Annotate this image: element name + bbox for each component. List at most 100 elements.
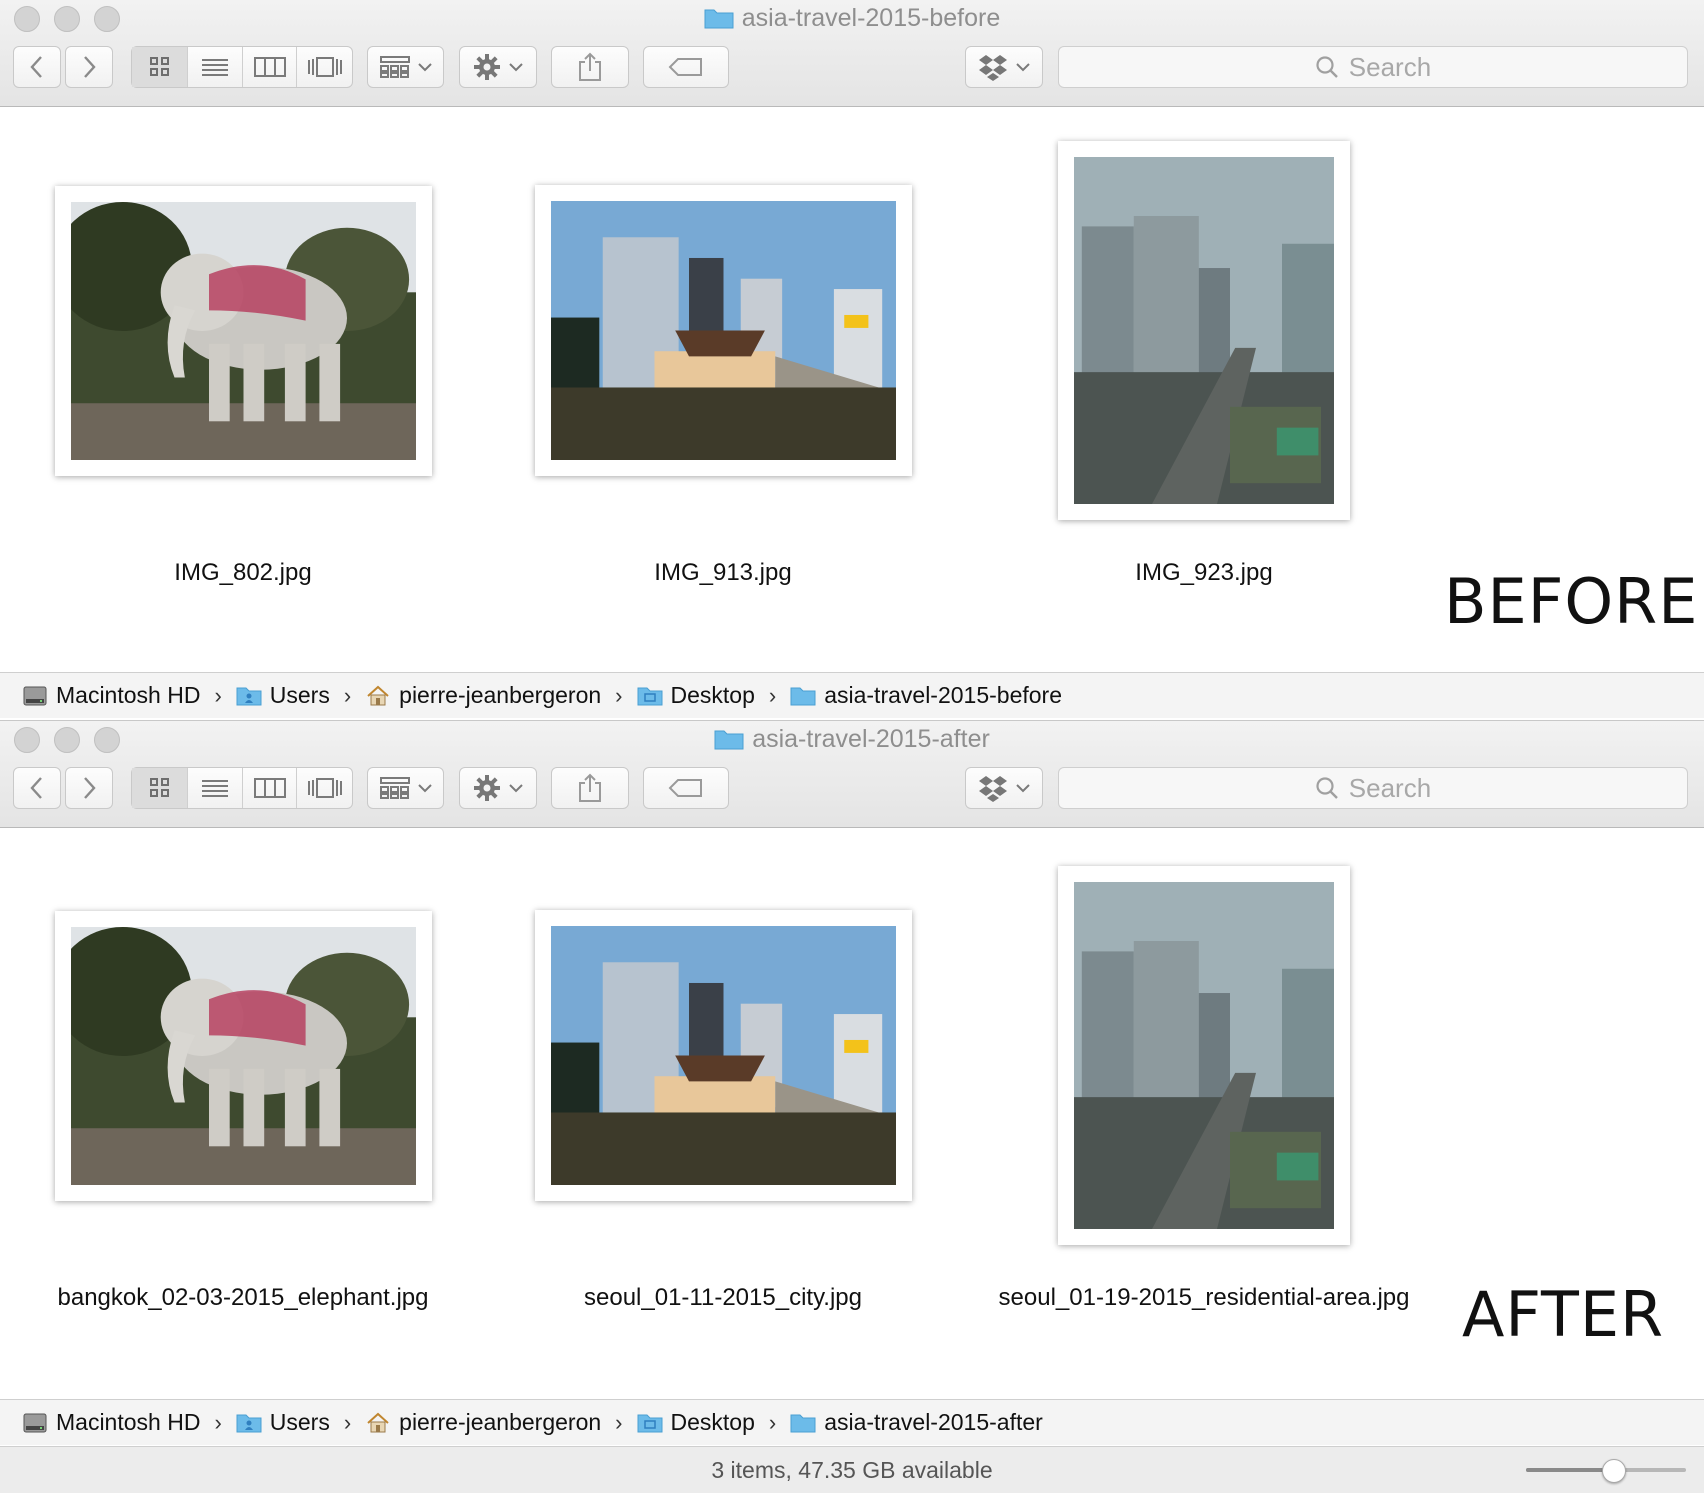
path-item[interactable]: Macintosh HD bbox=[22, 1409, 200, 1436]
back-button[interactable] bbox=[13, 767, 61, 809]
gear-icon bbox=[474, 54, 500, 80]
hard-drive-icon bbox=[23, 686, 47, 705]
file-thumbnail[interactable] bbox=[1058, 141, 1350, 520]
arrange-grid-icon bbox=[379, 777, 410, 799]
dropbox-button[interactable] bbox=[965, 767, 1043, 809]
file-icon-grid: IMG_802.jpg IMG_913.jpg IMG_923.jpg BEFO… bbox=[0, 107, 1704, 671]
view-mode-control bbox=[131, 46, 353, 88]
dropbox-icon bbox=[979, 55, 1007, 81]
residential-area-photo bbox=[1074, 157, 1334, 504]
window-title-text: asia-travel-2015-before bbox=[741, 4, 1001, 32]
file-thumbnail[interactable] bbox=[535, 910, 912, 1201]
desktop-folder-icon bbox=[637, 1414, 662, 1432]
path-item-label: pierre-jeanbergeron bbox=[399, 1409, 602, 1435]
status-text: 3 items, 47.35 GB available bbox=[711, 1456, 993, 1483]
window-title: asia-travel-2015-before bbox=[0, 4, 1704, 33]
action-button[interactable] bbox=[459, 46, 537, 88]
share-button[interactable] bbox=[551, 767, 629, 809]
chevron-right-icon: › bbox=[615, 682, 623, 708]
tag-icon bbox=[668, 58, 702, 76]
search-icon bbox=[1316, 56, 1338, 78]
cover-flow-button[interactable] bbox=[296, 47, 352, 87]
chevron-right-icon bbox=[84, 777, 96, 799]
path-item[interactable]: Desktop bbox=[637, 1409, 755, 1436]
icon-size-slider[interactable] bbox=[1526, 1459, 1686, 1483]
icon-view-button[interactable] bbox=[132, 47, 188, 87]
path-item-label: Desktop bbox=[670, 682, 755, 708]
path-item[interactable]: Users bbox=[236, 682, 330, 709]
chevron-left-icon bbox=[30, 56, 42, 78]
city-gate-photo bbox=[551, 201, 896, 460]
file-name[interactable]: IMG_913.jpg bbox=[654, 559, 791, 587]
list-view-button[interactable] bbox=[187, 47, 242, 87]
users-folder-icon bbox=[236, 1414, 262, 1432]
toolbar: asia-travel-2015-after Search bbox=[0, 721, 1704, 828]
file-thumbnail[interactable] bbox=[535, 185, 912, 476]
chevron-right-icon: › bbox=[343, 1409, 352, 1435]
back-button[interactable] bbox=[13, 46, 61, 88]
path-item[interactable]: asia-travel-2015-after bbox=[790, 1409, 1043, 1436]
tags-button[interactable] bbox=[643, 46, 729, 88]
path-item[interactable]: Desktop bbox=[637, 682, 755, 709]
list-view-button[interactable] bbox=[187, 768, 242, 808]
list-icon bbox=[202, 59, 229, 76]
home-icon bbox=[367, 685, 389, 705]
chevron-down-icon bbox=[417, 63, 432, 72]
slider-fill bbox=[1526, 1468, 1614, 1472]
path-bar: Macintosh HD › Users › pierre-jeanbergeron › D… bbox=[0, 672, 1704, 718]
path-item-label: Macintosh HD bbox=[56, 1409, 201, 1435]
cover-flow-icon bbox=[307, 57, 342, 77]
file-icon-grid: bangkok_02-03-2015_elephant.jpg seoul_01… bbox=[0, 828, 1704, 1399]
window-title-text: asia-travel-2015-after bbox=[752, 725, 990, 753]
chevron-down-icon bbox=[509, 784, 523, 793]
status-bar: 3 items, 47.35 GB available bbox=[0, 1446, 1704, 1493]
file-name[interactable]: IMG_923.jpg bbox=[1135, 559, 1272, 587]
icon-view-button[interactable] bbox=[132, 768, 188, 808]
chevron-down-icon bbox=[1016, 63, 1030, 72]
share-icon bbox=[579, 52, 601, 81]
arrange-button[interactable] bbox=[367, 46, 444, 88]
file-name[interactable]: bangkok_02-03-2015_elephant.jpg bbox=[58, 1284, 429, 1312]
search-placeholder: Search bbox=[1348, 772, 1432, 803]
arrange-button[interactable] bbox=[367, 767, 444, 809]
finder-window-before: asia-travel-2015-before Search IMG_802.j… bbox=[0, 0, 1704, 720]
forward-button[interactable] bbox=[65, 767, 113, 809]
chevron-right-icon: › bbox=[214, 1409, 222, 1435]
hard-drive-icon bbox=[23, 1413, 47, 1432]
folder-icon bbox=[714, 730, 744, 750]
elephant-photo bbox=[71, 927, 416, 1185]
column-view-button[interactable] bbox=[241, 47, 297, 87]
before-label: BEFORE bbox=[1444, 565, 1699, 638]
path-item[interactable]: asia-travel-2015-before bbox=[790, 682, 1062, 709]
path-item-label: Users bbox=[269, 1409, 330, 1435]
search-icon bbox=[1316, 777, 1338, 799]
view-mode-control bbox=[131, 767, 353, 809]
columns-icon bbox=[253, 778, 286, 798]
arrange-grid-icon bbox=[379, 56, 410, 78]
slider-knob[interactable] bbox=[1602, 1459, 1626, 1483]
file-name[interactable]: seoul_01-11-2015_city.jpg bbox=[584, 1284, 862, 1312]
path-item[interactable]: pierre-jeanbergeron bbox=[365, 1409, 601, 1436]
path-item[interactable]: Macintosh HD bbox=[22, 682, 200, 709]
file-name[interactable]: IMG_802.jpg bbox=[174, 559, 311, 587]
column-view-button[interactable] bbox=[241, 768, 297, 808]
residential-area-photo bbox=[1074, 882, 1334, 1229]
search-field[interactable]: Search bbox=[1058, 46, 1688, 88]
action-button[interactable] bbox=[459, 767, 537, 809]
file-thumbnail[interactable] bbox=[1058, 866, 1350, 1245]
desktop-folder-icon bbox=[637, 687, 662, 705]
cover-flow-button[interactable] bbox=[296, 768, 352, 808]
path-item[interactable]: Users bbox=[236, 1409, 330, 1436]
tags-button[interactable] bbox=[643, 767, 729, 809]
dropbox-button[interactable] bbox=[965, 46, 1043, 88]
file-thumbnail[interactable] bbox=[55, 186, 432, 476]
path-item-label: Users bbox=[269, 682, 330, 708]
chevron-down-icon bbox=[1016, 784, 1030, 793]
forward-button[interactable] bbox=[65, 46, 113, 88]
path-item-label: asia-travel-2015-before bbox=[824, 682, 1062, 708]
file-thumbnail[interactable] bbox=[55, 911, 432, 1201]
path-item[interactable]: pierre-jeanbergeron bbox=[365, 682, 601, 709]
file-name[interactable]: seoul_01-19-2015_residential-area.jpg bbox=[999, 1284, 1410, 1312]
share-button[interactable] bbox=[551, 46, 629, 88]
search-field[interactable]: Search bbox=[1058, 767, 1688, 809]
